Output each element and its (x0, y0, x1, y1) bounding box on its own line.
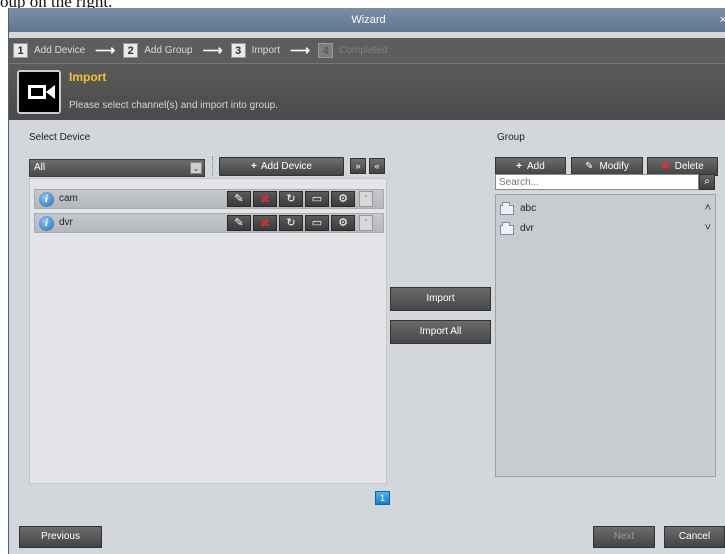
folder-icon (500, 222, 514, 235)
remote-config-icon[interactable]: ▭ (305, 191, 329, 207)
device-row[interactable]: i cam ✎ ✖ ↻ ▭ ⚙ ˆ (34, 189, 384, 209)
expand-all-icon[interactable]: » (350, 158, 366, 174)
import-all-button[interactable]: Import All (390, 320, 491, 344)
step-import: 3 Import (230, 43, 281, 58)
page-button[interactable]: 1 (375, 491, 390, 505)
device-name: cam (59, 193, 78, 204)
group-item-dvr[interactable]: dvr ˅ (500, 221, 715, 239)
step-add-device: 1 Add Device (13, 43, 85, 58)
close-icon[interactable]: × (720, 8, 725, 32)
step-label: Add Device (34, 45, 86, 56)
window-title: Wizard (351, 14, 386, 26)
device-filter-select[interactable]: All ⌄ (29, 159, 205, 177)
edit-icon[interactable]: ✎ (227, 191, 251, 207)
info-icon[interactable]: i (39, 192, 54, 207)
modify-group-label: Modify (599, 161, 629, 172)
device-filter-value: All (34, 162, 46, 173)
folder-icon (500, 202, 514, 215)
select-device-label: Select Device (29, 132, 91, 143)
step-completed: 4 Completed (318, 43, 387, 58)
delete-group-label: Delete (674, 161, 704, 172)
chevron-down-icon[interactable]: ⌄ (190, 162, 202, 174)
refresh-icon[interactable]: ↻ (279, 215, 303, 231)
previous-button[interactable]: Previous (19, 526, 102, 548)
step-number: 4 (318, 43, 334, 58)
step-add-group: 2 Add Group (123, 43, 193, 58)
step-number: 2 (123, 43, 139, 58)
step-label: Add Group (144, 45, 193, 56)
delete-icon[interactable]: ✖ (253, 215, 277, 231)
delete-icon[interactable]: ✖ (253, 191, 277, 207)
group-label: Group (497, 132, 525, 143)
step-label: Import (251, 45, 281, 56)
group-item-abc[interactable]: abc ˄ (500, 201, 715, 219)
page-description: Please select channel(s) and import into… (69, 100, 279, 111)
group-search-input[interactable] (495, 174, 699, 190)
chevron-down-icon[interactable]: ˅ (705, 222, 711, 234)
gear-icon[interactable]: ⚙ (331, 215, 355, 231)
arrow-right-icon: ⟶ (290, 42, 311, 58)
plus-icon: + (516, 161, 523, 172)
cancel-button[interactable]: Cancel (664, 526, 725, 548)
add-group-label: Add (527, 161, 545, 172)
chevron-up-icon[interactable]: ˄ (705, 202, 711, 214)
plus-icon: + (251, 161, 257, 172)
step-label: Completed (339, 45, 388, 56)
camera-icon (17, 70, 61, 114)
device-name: dvr (59, 217, 73, 228)
next-button[interactable]: Next (593, 526, 655, 548)
search-icon[interactable]: ⌕ (699, 174, 715, 190)
wizard-steps: 1 Add Device ⟶ 2 Add Group ⟶ 3 Import ⟶ … (9, 38, 725, 63)
add-device-label: Add Device (260, 161, 312, 172)
divider (212, 156, 213, 176)
gear-icon[interactable]: ⚙ (331, 191, 355, 207)
page-title: Import (69, 70, 107, 84)
info-icon[interactable]: i (39, 216, 54, 231)
step-number: 1 (13, 43, 28, 58)
step-number: 3 (230, 43, 246, 58)
group-name: dvr (520, 223, 534, 234)
edit-icon[interactable]: ✎ (227, 215, 251, 231)
add-device-button[interactable]: + Add Device (219, 157, 344, 176)
delete-icon: ✖ (661, 161, 670, 172)
arrow-right-icon: ⟶ (202, 42, 223, 58)
edit-icon: ✎ (585, 161, 594, 172)
chevron-up-icon[interactable]: ˆ (359, 191, 373, 207)
arrow-right-icon: ⟶ (95, 42, 116, 58)
chevron-down-icon[interactable]: ˇ (359, 215, 373, 231)
title-bar: Wizard × (9, 8, 725, 32)
group-tree: abc ˄ dvr ˅ (495, 194, 716, 477)
collapse-all-icon[interactable]: « (369, 158, 385, 174)
remote-config-icon[interactable]: ▭ (305, 215, 329, 231)
group-name: abc (520, 203, 537, 214)
page-header: Import Please select channel(s) and impo… (9, 63, 725, 120)
device-row[interactable]: i dvr ✎ ✖ ↻ ▭ ⚙ ˇ (34, 213, 384, 233)
wizard-dialog: Wizard × 1 Add Device ⟶ 2 Add Group ⟶ 3 … (8, 8, 725, 554)
import-button[interactable]: Import (390, 287, 491, 311)
device-list: i cam ✎ ✖ ↻ ▭ ⚙ ˆ i dvr ✎ ✖ ↻ ▭ ⚙ ˇ (29, 178, 387, 484)
refresh-icon[interactable]: ↻ (279, 191, 303, 207)
